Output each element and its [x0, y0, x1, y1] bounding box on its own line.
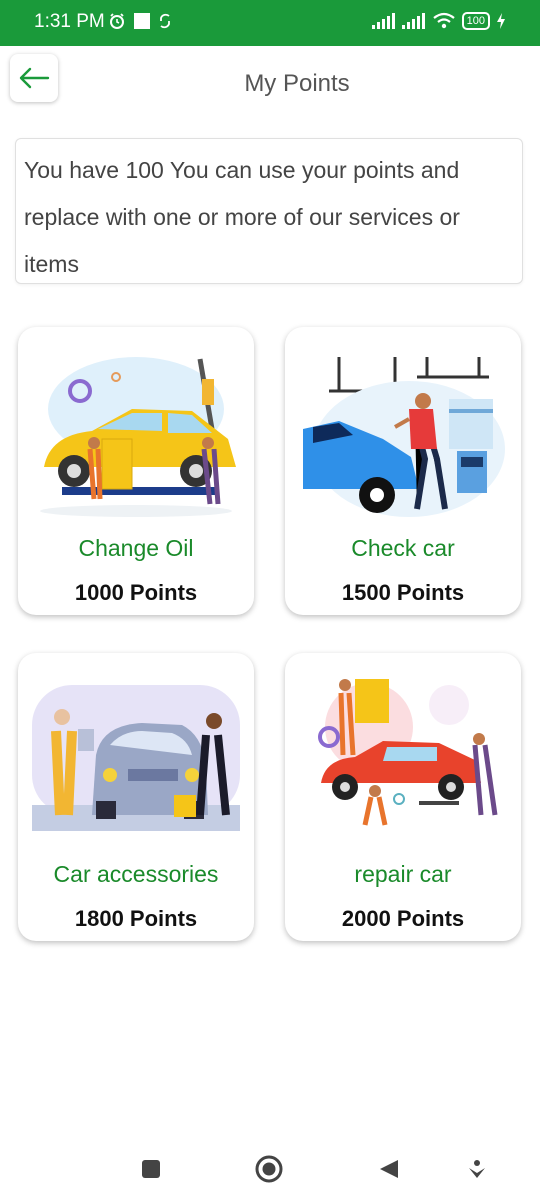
- card-name: Car accessories: [53, 861, 219, 887]
- status-bar: 1:31 PM 100: [0, 0, 540, 46]
- service-card-car-accessories[interactable]: Car accessories 1800 Points: [18, 653, 254, 941]
- home-button[interactable]: [254, 1154, 284, 1184]
- card-points: 1800 Points: [74, 906, 198, 931]
- car-check-illustration: [303, 357, 505, 517]
- service-card-check-car[interactable]: Check car 1500 Points: [285, 327, 521, 615]
- points-info-box: You have 100 You can use your points and…: [15, 138, 523, 284]
- car-repair-illustration: [318, 679, 498, 826]
- battery-indicator: 100: [461, 12, 490, 30]
- card-points: 2000 Points: [341, 906, 465, 931]
- assistant-icon: [469, 1160, 485, 1178]
- car-accessories-illustration: [32, 685, 240, 831]
- card-points: 1000 Points: [74, 580, 198, 605]
- points-info-text: You have 100 You can use your points and…: [24, 157, 460, 277]
- card-name: Check car: [351, 535, 455, 561]
- back-nav-button[interactable]: [374, 1154, 404, 1184]
- assistant-button[interactable]: [462, 1154, 492, 1184]
- recents-icon: [142, 1160, 160, 1178]
- system-nav-bar: [0, 1140, 540, 1200]
- service-card-change-oil[interactable]: Change Oil 1000 Points: [18, 327, 254, 615]
- recents-button[interactable]: [136, 1154, 166, 1184]
- status-right-icons: 100: [371, 12, 506, 30]
- back-icon: [380, 1160, 398, 1178]
- home-icon: [255, 1155, 283, 1183]
- card-name: repair car: [354, 861, 452, 887]
- signal-icon: [371, 13, 395, 29]
- alarm-icon: [110, 13, 124, 29]
- wifi-icon: [432, 12, 455, 29]
- car-oil-change-illustration: [40, 357, 236, 517]
- charging-icon: [497, 13, 505, 29]
- square-notification-icon: [134, 13, 150, 29]
- card-name: Change Oil: [78, 535, 194, 561]
- signal-icon-2: [401, 13, 425, 29]
- card-points: 1500 Points: [341, 580, 465, 605]
- sync-icon: [160, 13, 170, 29]
- page-title: My Points: [244, 70, 350, 97]
- status-left-icons: [108, 12, 172, 30]
- service-card-repair-car[interactable]: repair car 2000 Points: [285, 653, 521, 941]
- status-time: 1:31 PM: [34, 11, 105, 32]
